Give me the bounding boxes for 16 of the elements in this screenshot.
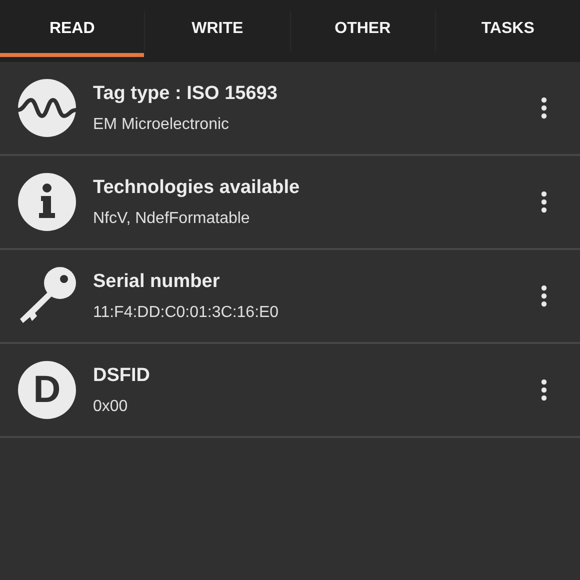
wave-icon [18, 79, 76, 137]
record-title: Technologies available [93, 176, 301, 200]
letter-badge: D [18, 361, 76, 419]
tab[interactable]: READ [0, 0, 144, 62]
record-title: DSFID [93, 364, 151, 388]
record-value: 11:F4:DD:C0:01:3C:16:E0 [93, 302, 280, 322]
tab[interactable]: TASKS [436, 0, 580, 62]
tab[interactable]: OTHER [290, 0, 435, 62]
record-value: 0x00 [93, 396, 129, 416]
record-value: EM Microelectronic [93, 114, 230, 134]
record-value: NfcV, NdefFormatable [93, 208, 251, 228]
record-title: Serial number [93, 270, 221, 294]
tab[interactable]: WRITE [145, 0, 290, 62]
info-icon [18, 173, 76, 231]
key-icon [18, 267, 76, 325]
record-title: Tag type : ISO 15693 [93, 82, 278, 106]
